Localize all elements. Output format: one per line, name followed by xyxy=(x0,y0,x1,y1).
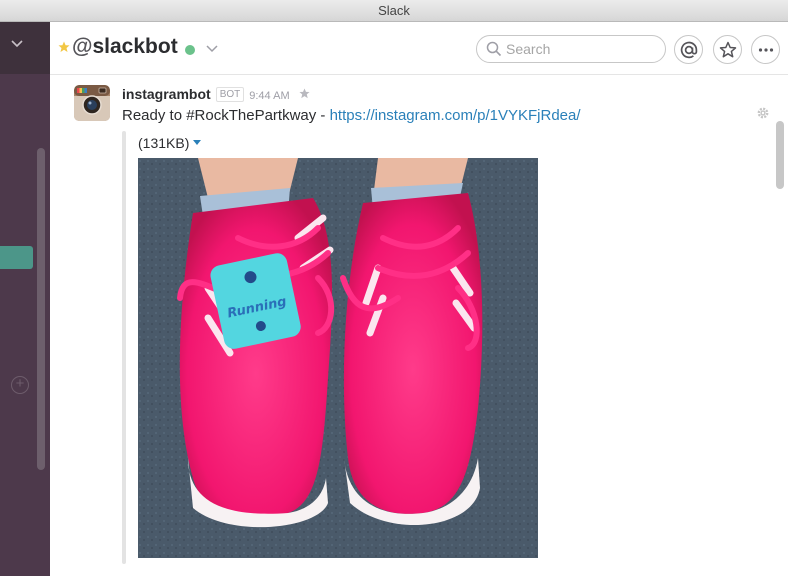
message-text: Ready to #RockThePartkway - xyxy=(122,107,330,124)
sidebar-item-active[interactable] xyxy=(0,246,33,269)
starred-items-button[interactable] xyxy=(713,35,742,64)
search-box[interactable] xyxy=(476,35,666,63)
message-body: Ready to #RockThePartkway - https://inst… xyxy=(122,107,581,124)
window-title-bar: Slack xyxy=(0,0,788,22)
message-author[interactable]: instagrambot xyxy=(122,86,211,102)
attachment-image[interactable]: Running xyxy=(138,158,538,558)
attachment-size-toggle[interactable]: (131KB) xyxy=(138,135,202,151)
at-symbol: @ xyxy=(72,35,93,58)
instagram-avatar-icon[interactable] xyxy=(74,85,110,121)
attachment-border xyxy=(122,131,126,564)
chevron-down-icon[interactable] xyxy=(11,37,23,49)
team-sidebar: + xyxy=(0,22,50,576)
add-channel-icon[interactable]: + xyxy=(11,376,29,394)
window-title: Slack xyxy=(378,3,410,18)
mentions-button[interactable] xyxy=(674,35,703,64)
message-timestamp[interactable]: 9:44 AM xyxy=(249,90,289,102)
channel-header: @slackbot xyxy=(50,22,788,75)
at-mention-icon xyxy=(680,41,698,59)
channel-name: slackbot xyxy=(92,35,178,58)
caret-down-icon[interactable] xyxy=(193,140,202,145)
bot-badge: BOT xyxy=(215,87,245,102)
star-icon xyxy=(719,41,737,58)
star-message-icon[interactable] xyxy=(299,88,310,99)
message-scrollbar[interactable] xyxy=(776,121,784,189)
channel-title[interactable]: @slackbot xyxy=(72,35,178,59)
attachment-size: (131KB) xyxy=(138,135,190,151)
search-input[interactable] xyxy=(506,40,656,58)
chevron-down-icon[interactable] xyxy=(206,44,218,54)
message-pane: instagrambot BOT 9:44 AM Ready to #RockThe… xyxy=(50,76,788,576)
sidebar-scrollbar[interactable] xyxy=(37,148,45,470)
presence-indicator xyxy=(185,45,195,55)
team-menu[interactable] xyxy=(0,22,50,74)
search-icon xyxy=(486,41,502,57)
instagram-link[interactable]: https://instagram.com/p/1VYKFjRdea/ xyxy=(330,107,581,124)
ellipsis-icon xyxy=(758,48,774,52)
gear-icon[interactable] xyxy=(756,106,770,120)
more-options-button[interactable] xyxy=(751,35,780,64)
favorite-star-icon[interactable] xyxy=(58,41,70,53)
message-header: instagrambot BOT 9:44 AM xyxy=(122,86,310,102)
